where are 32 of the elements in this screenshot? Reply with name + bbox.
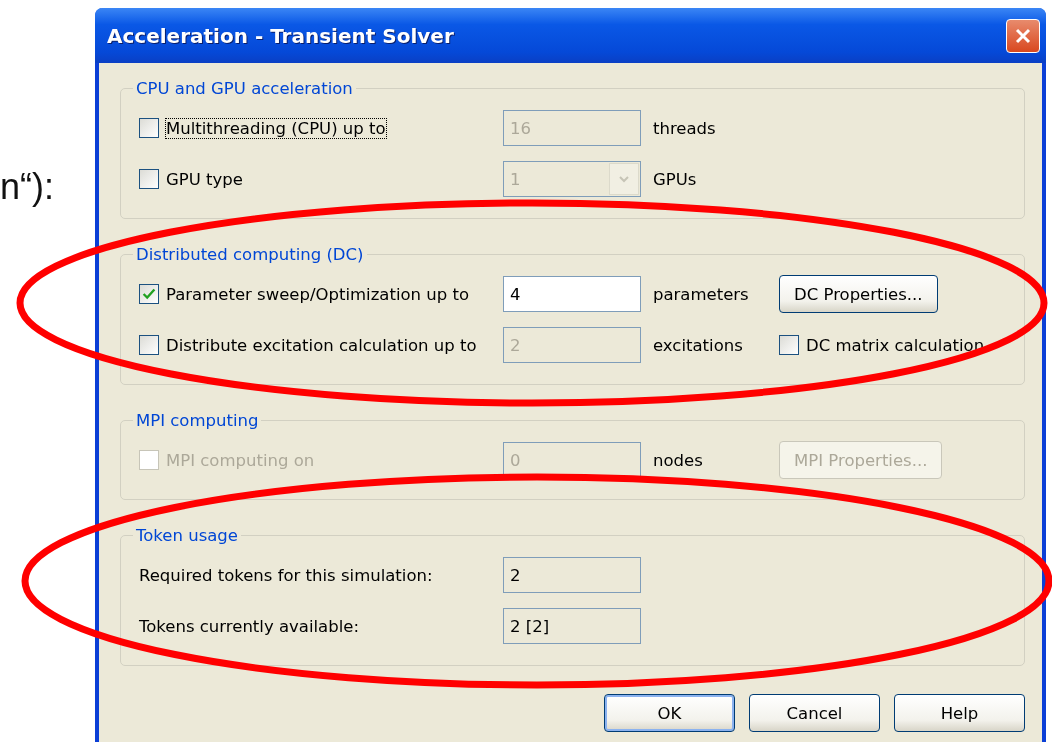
checkbox[interactable] [139, 118, 159, 138]
checkbox[interactable] [779, 335, 799, 355]
unit-label: threads [653, 118, 717, 138]
unit-label: nodes [653, 450, 704, 470]
group-title: Distributed computing (DC) [135, 245, 365, 264]
checkbox-label: DC matrix calculation [806, 335, 985, 355]
info-label: Tokens currently available: [139, 616, 360, 636]
checkbox[interactable] [139, 284, 159, 304]
unit-label: excitations [653, 335, 744, 355]
checkbox-label: GPU type [166, 169, 243, 189]
unit-label: parameters [653, 284, 750, 304]
properties-button[interactable]: DC Properties... [779, 275, 938, 313]
checkbox-label: MPI computing on [166, 450, 315, 470]
checkbox[interactable] [139, 335, 159, 355]
input-field[interactable]: 4 [503, 276, 641, 312]
info-label: Required tokens for this simulation: [139, 565, 434, 585]
checkbox-label: Multithreading (CPU) up to [166, 118, 386, 138]
dialog-button[interactable]: Help [894, 694, 1025, 732]
dialog-button[interactable]: OK [604, 694, 735, 732]
unit-label: GPUs [653, 169, 698, 189]
slide-text: n“): [0, 166, 54, 207]
dialog-button[interactable]: Cancel [749, 694, 880, 732]
readonly-field: 2 [2] [503, 608, 641, 644]
window-title: Acceleration - Transient Solver [107, 23, 454, 48]
close-button[interactable] [1006, 18, 1040, 53]
group-title: Token usage [135, 526, 239, 545]
checkbox-label: Parameter sweep/Optimization up to [166, 284, 470, 304]
checkbox-label: Distribute excitation calculation up to [166, 335, 477, 355]
readonly-field: 2 [503, 557, 641, 593]
group-title: CPU and GPU acceleration [135, 79, 354, 98]
checkbox[interactable] [139, 169, 159, 189]
group-title: MPI computing [135, 411, 260, 430]
